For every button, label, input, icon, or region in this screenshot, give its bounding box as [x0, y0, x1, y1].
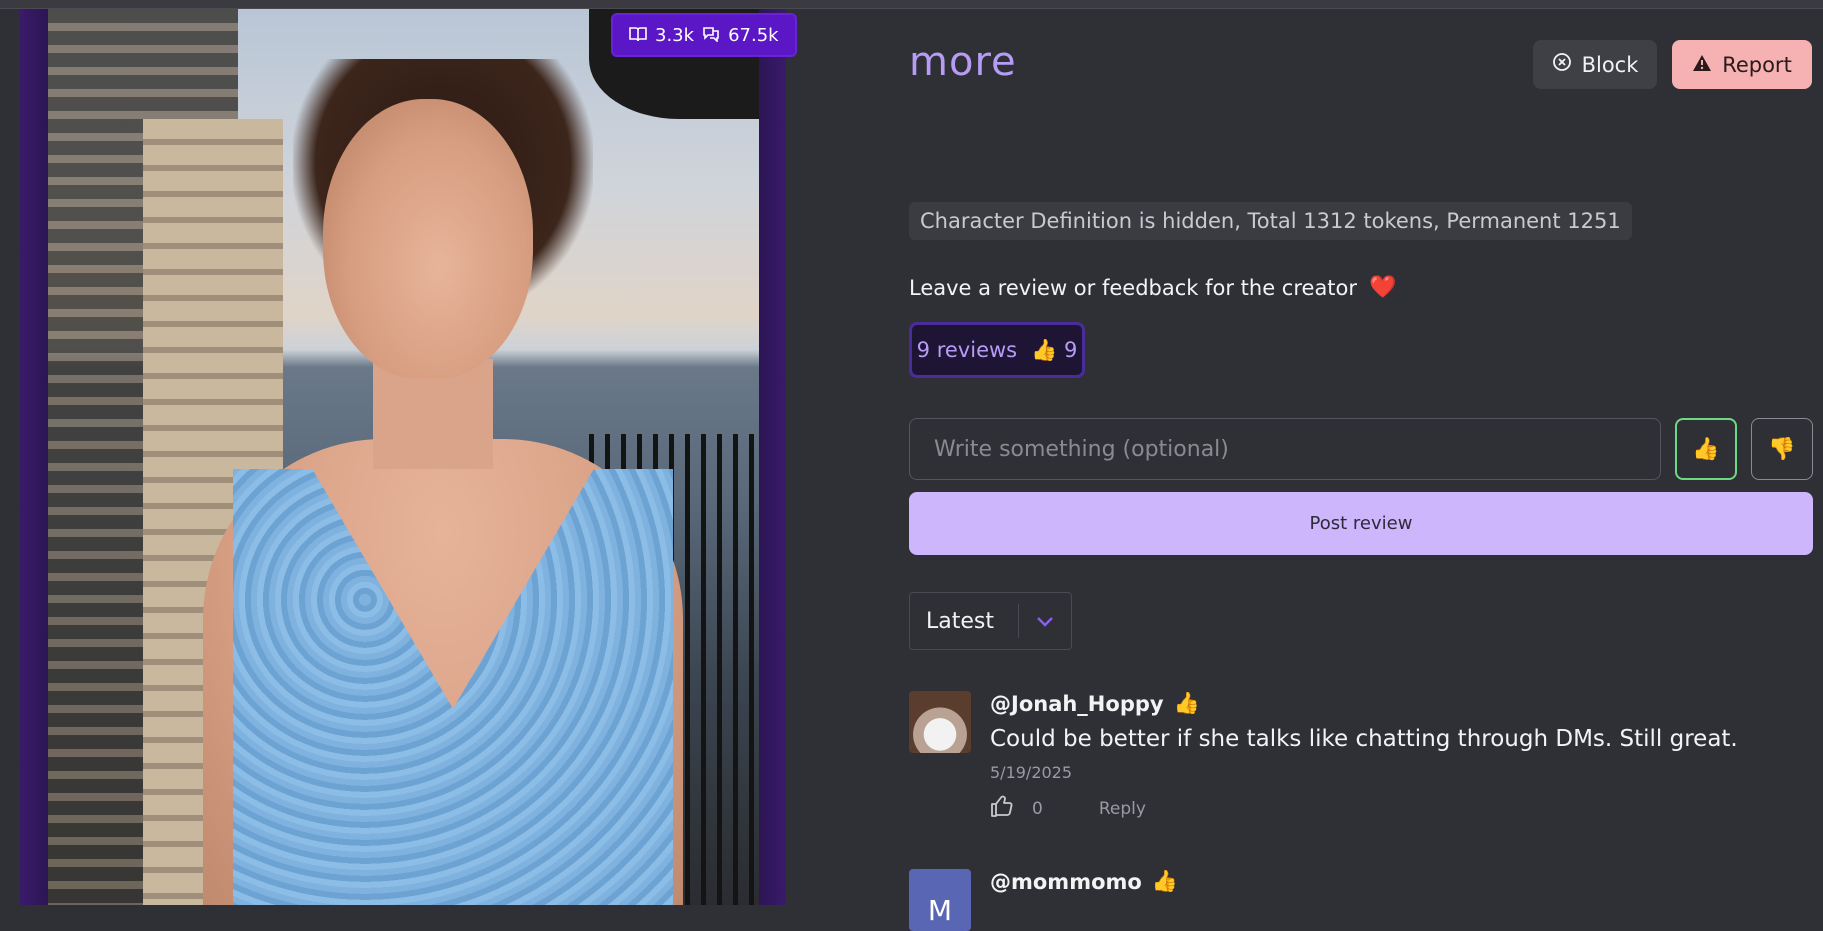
warning-icon — [1692, 53, 1712, 77]
report-button-label: Report — [1722, 52, 1792, 77]
block-button-label: Block — [1581, 52, 1639, 77]
avatar-letter: M — [927, 894, 953, 927]
thumbs-up-icon: 👍 — [1151, 869, 1178, 893]
thumbs-down-button[interactable]: 👎 — [1751, 418, 1813, 480]
thumbs-up-icon: 👍 — [1031, 337, 1058, 362]
character-details-panel: more Block Report Character Definition i… — [786, 9, 1823, 931]
like-icon[interactable] — [990, 795, 1014, 823]
sort-select[interactable]: Latest — [909, 592, 1072, 650]
chevron-down-icon[interactable] — [1019, 609, 1071, 633]
review-author: @Jonah_Hoppy 👍 — [990, 691, 1200, 716]
reply-button[interactable]: Reply — [1099, 799, 1146, 819]
top-bar — [0, 0, 1823, 9]
chat-icon — [702, 26, 720, 45]
review-text: Could be better if she talks like chatti… — [990, 726, 1738, 752]
thumbs-up-count: 9 — [1063, 337, 1078, 362]
feedback-prompt: Leave a review or feedback for the creat… — [909, 275, 1396, 300]
character-image[interactable] — [48, 9, 759, 905]
page-title: more — [909, 39, 1017, 85]
block-button[interactable]: Block — [1533, 40, 1657, 89]
reviews-count: 9 reviews — [916, 338, 1018, 362]
like-count: 0 — [1032, 799, 1043, 819]
messages-count: 67.5k — [728, 24, 779, 46]
review-author: @mommomo 👍 — [990, 869, 1178, 894]
definition-note: Character Definition is hidden, Total 13… — [909, 202, 1632, 240]
thumbs-up-icon: 👍 — [1692, 436, 1720, 462]
thumbs-up-summary: 👍 9 — [1031, 338, 1077, 363]
heart-icon: ❤️ — [1369, 275, 1397, 300]
avatar[interactable] — [909, 691, 971, 753]
review-item: @Jonah_Hoppy 👍 Could be better if she ta… — [909, 691, 1809, 821]
review-actions: 0 Reply — [990, 795, 1146, 823]
review-date: 5/19/2025 — [990, 763, 1073, 782]
review-username[interactable]: @Jonah_Hoppy — [990, 692, 1164, 716]
post-review-button[interactable]: Post review — [909, 492, 1813, 555]
circle-x-icon — [1552, 52, 1572, 77]
reviews-summary[interactable]: 9 reviews 👍 9 — [909, 322, 1085, 378]
chats-count: 3.3k — [655, 24, 695, 46]
stats-badge: 3.3k 67.5k — [613, 15, 795, 55]
review-input[interactable] — [909, 418, 1661, 480]
report-button[interactable]: Report — [1672, 40, 1812, 89]
book-icon — [629, 26, 647, 45]
avatar[interactable]: M — [909, 869, 971, 931]
review-item: M @mommomo 👍 — [909, 869, 1809, 931]
feedback-label: Leave a review or feedback for the creat… — [909, 275, 1358, 300]
character-portrait — [163, 39, 683, 905]
sort-selected: Latest — [926, 608, 994, 634]
review-username[interactable]: @mommomo — [990, 870, 1142, 894]
thumbs-up-icon: 👍 — [1173, 691, 1200, 715]
thumbs-up-button[interactable]: 👍 — [1675, 418, 1737, 480]
thumbs-down-icon: 👎 — [1768, 436, 1796, 462]
